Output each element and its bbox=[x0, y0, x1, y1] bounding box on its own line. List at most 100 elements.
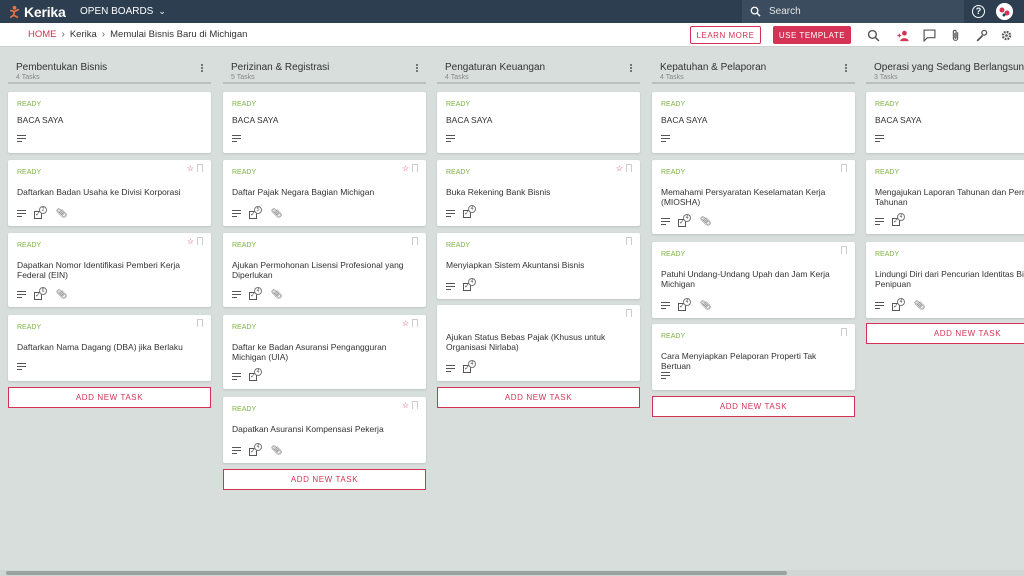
task-card[interactable]: READY BACA SAYA bbox=[652, 92, 855, 153]
star-icon[interactable]: ☆ bbox=[187, 237, 194, 246]
bookmark-icon[interactable] bbox=[626, 309, 632, 317]
star-icon[interactable]: ☆ bbox=[187, 164, 194, 173]
description-icon bbox=[875, 302, 884, 309]
checklist-count: 4 bbox=[897, 297, 905, 306]
more-vert-icon[interactable] bbox=[630, 63, 632, 73]
bookmark-icon[interactable] bbox=[412, 164, 418, 172]
add-new-task-button[interactable]: ADD NEW TASK bbox=[866, 323, 1024, 344]
task-title: Daftarkan Nama Dagang (DBA) jika Berlaku bbox=[17, 342, 183, 352]
add-new-task-button[interactable]: ADD NEW TASK bbox=[652, 396, 855, 417]
bookmark-icon[interactable] bbox=[841, 246, 847, 254]
column-header[interactable]: Perizinan & Registrasi 5 Tasks bbox=[223, 55, 426, 84]
task-title: Dapatkan Asuransi Kompensasi Pekerja bbox=[232, 424, 384, 434]
task-card[interactable]: READY BACA SAYA bbox=[8, 92, 211, 153]
task-card[interactable]: READY Buka Rekening Bank Bisnis ✓ 4 ☆ bbox=[437, 160, 640, 226]
bookmark-icon[interactable] bbox=[197, 164, 203, 172]
task-title: BACA SAYA bbox=[232, 115, 279, 125]
bookmark-icon[interactable] bbox=[626, 237, 632, 245]
more-vert-icon[interactable] bbox=[201, 63, 203, 73]
learn-more-button[interactable]: LEARN MORE bbox=[690, 26, 761, 44]
checklist-count: 2 bbox=[39, 205, 47, 214]
task-card[interactable]: READY Daftar ke Badan Asuransi Penganggur… bbox=[223, 315, 426, 389]
add-person-icon[interactable] bbox=[896, 28, 910, 42]
task-indicators bbox=[446, 135, 455, 142]
task-card[interactable]: READY Patuhi Undang-Undang Upah dan Jam K… bbox=[652, 242, 855, 318]
top-bar: Kerika OPEN BOARDS ⌄ ? bbox=[0, 0, 1024, 23]
column-header[interactable]: Pembentukan Bisnis 4 Tasks bbox=[8, 55, 211, 84]
chevron-right-icon: › bbox=[101, 29, 106, 40]
task-card[interactable]: READY BACA SAYA bbox=[223, 92, 426, 153]
task-card[interactable]: READY BACA SAYA bbox=[437, 92, 640, 153]
column-task-count: 4 Tasks bbox=[445, 74, 469, 81]
task-card[interactable]: READY Lindungi Diri dari Pencurian Identi… bbox=[866, 242, 1024, 318]
chat-icon[interactable] bbox=[922, 28, 936, 42]
task-card[interactable]: READY BACA SAYA bbox=[866, 92, 1024, 153]
avatar[interactable] bbox=[996, 3, 1013, 20]
bookmark-icon[interactable] bbox=[412, 401, 418, 409]
bookmark-icon[interactable] bbox=[197, 237, 203, 245]
task-indicators: ✓ 2 📎︎ bbox=[17, 205, 67, 219]
breadcrumb-home[interactable]: HOME bbox=[28, 29, 57, 40]
description-icon bbox=[232, 372, 241, 380]
task-card[interactable]: READY Dapatkan Asuransi Kompensasi Pekerj… bbox=[223, 397, 426, 463]
description-icon bbox=[661, 135, 670, 142]
star-icon[interactable]: ☆ bbox=[402, 401, 409, 410]
description-icon bbox=[17, 210, 26, 217]
wrench-icon[interactable] bbox=[974, 28, 988, 42]
task-card[interactable]: READY Daftarkan Badan Usaha ke Divisi Kor… bbox=[8, 160, 211, 226]
bookmark-icon[interactable] bbox=[412, 319, 418, 327]
breadcrumb-board[interactable]: Kerika bbox=[70, 29, 97, 40]
board-search-icon[interactable] bbox=[866, 28, 880, 42]
open-boards-menu[interactable]: OPEN BOARDS ⌄ bbox=[80, 6, 166, 17]
task-card[interactable]: READY Ajukan Permohonan Lisensi Profesion… bbox=[223, 233, 426, 307]
task-title: Menyiapkan Sistem Akuntansi Bisnis bbox=[446, 260, 585, 270]
task-card[interactable]: READY Menyiapkan Sistem Akuntansi Bisnis ✓… bbox=[437, 233, 640, 299]
horizontal-scrollbar[interactable] bbox=[0, 570, 1024, 576]
checklist-count: 4 bbox=[254, 368, 262, 376]
search-input[interactable] bbox=[769, 6, 949, 17]
column-header[interactable]: Kepatuhan & Pelaporan 4 Tasks bbox=[652, 55, 855, 84]
logo-text: Kerika bbox=[24, 3, 66, 20]
more-vert-icon[interactable] bbox=[416, 63, 418, 73]
attachment-icon: 📎︎ bbox=[700, 216, 712, 226]
star-icon[interactable]: ☆ bbox=[402, 319, 409, 328]
attachment-icon[interactable] bbox=[948, 28, 962, 42]
star-icon[interactable]: ☆ bbox=[402, 164, 409, 173]
task-title: Daftar Pajak Negara Bagian Michigan bbox=[232, 187, 375, 197]
use-template-button[interactable]: USE TEMPLATE bbox=[773, 26, 851, 44]
task-title: Daftar ke Badan Asuransi Pengangguran Mi… bbox=[232, 342, 387, 362]
kerika-logo[interactable]: Kerika bbox=[8, 4, 72, 20]
task-card[interactable]: READY Cara Menyiapkan Pelaporan Properti … bbox=[652, 324, 855, 390]
bookmark-icon[interactable] bbox=[197, 319, 203, 327]
task-card[interactable]: READY Dapatkan Nomor Identifikasi Pemberi… bbox=[8, 233, 211, 307]
bookmark-icon[interactable] bbox=[841, 164, 847, 172]
bookmark-icon[interactable] bbox=[841, 328, 847, 336]
task-card[interactable]: READY Memahami Persyaratan Keselamatan Ke… bbox=[652, 160, 855, 234]
more-vert-icon[interactable] bbox=[845, 63, 847, 73]
checklist-icon: ✓ 4 bbox=[463, 278, 477, 291]
task-title: Ajukan Status Bebas Pajak (Khusus untuk … bbox=[446, 332, 606, 352]
task-title: BACA SAYA bbox=[446, 115, 493, 125]
add-new-task-button[interactable]: ADD NEW TASK bbox=[8, 387, 211, 408]
task-card[interactable]: READY Daftar Pajak Negara Bagian Michigan… bbox=[223, 160, 426, 226]
gear-icon[interactable] bbox=[999, 28, 1013, 42]
task-card[interactable]: READY Daftarkan Nama Dagang (DBA) jika Be… bbox=[8, 315, 211, 381]
scrollbar-thumb[interactable] bbox=[6, 571, 787, 575]
search-bar[interactable] bbox=[742, 0, 964, 23]
task-card[interactable]: READY Mengajukan Laporan Tahunan dan Pern… bbox=[866, 160, 1024, 234]
task-indicators: ✓ 4 📎︎ bbox=[232, 286, 282, 300]
add-new-task-button[interactable]: ADD NEW TASK bbox=[223, 469, 426, 490]
bookmark-icon[interactable] bbox=[412, 237, 418, 245]
task-title: Patuhi Undang-Undang Upah dan Jam Kerja … bbox=[661, 269, 830, 289]
checklist-count: 4 bbox=[897, 213, 905, 221]
add-new-task-button[interactable]: ADD NEW TASK bbox=[437, 387, 640, 408]
column-header[interactable]: Pengaturan Keuangan 4 Tasks bbox=[437, 55, 640, 84]
task-title: BACA SAYA bbox=[875, 115, 922, 125]
task-status: READY bbox=[232, 324, 257, 331]
column-header[interactable]: Operasi yang Sedang Berlangsung 3 Tasks bbox=[866, 55, 1024, 84]
task-indicators: ✓ 4 bbox=[232, 368, 263, 381]
bookmark-icon[interactable] bbox=[626, 164, 632, 172]
task-card[interactable]: Ajukan Status Bebas Pajak (Khusus untuk … bbox=[437, 305, 640, 381]
star-icon[interactable]: ☆ bbox=[616, 164, 623, 173]
help-icon[interactable]: ? bbox=[972, 5, 985, 18]
